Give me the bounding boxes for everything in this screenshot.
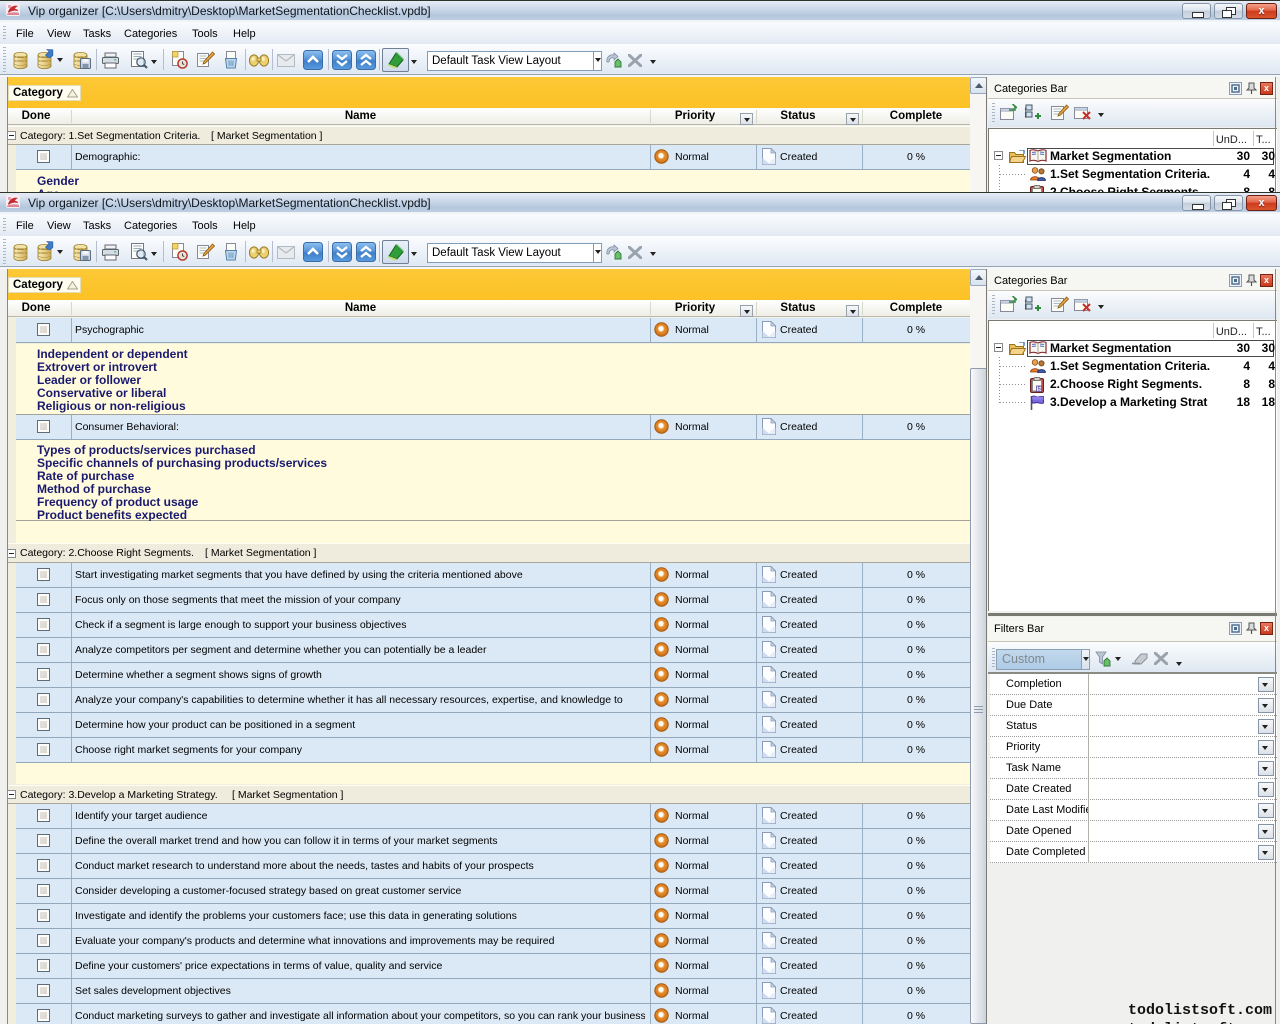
- svg-text:5: 5: [1038, 387, 1041, 393]
